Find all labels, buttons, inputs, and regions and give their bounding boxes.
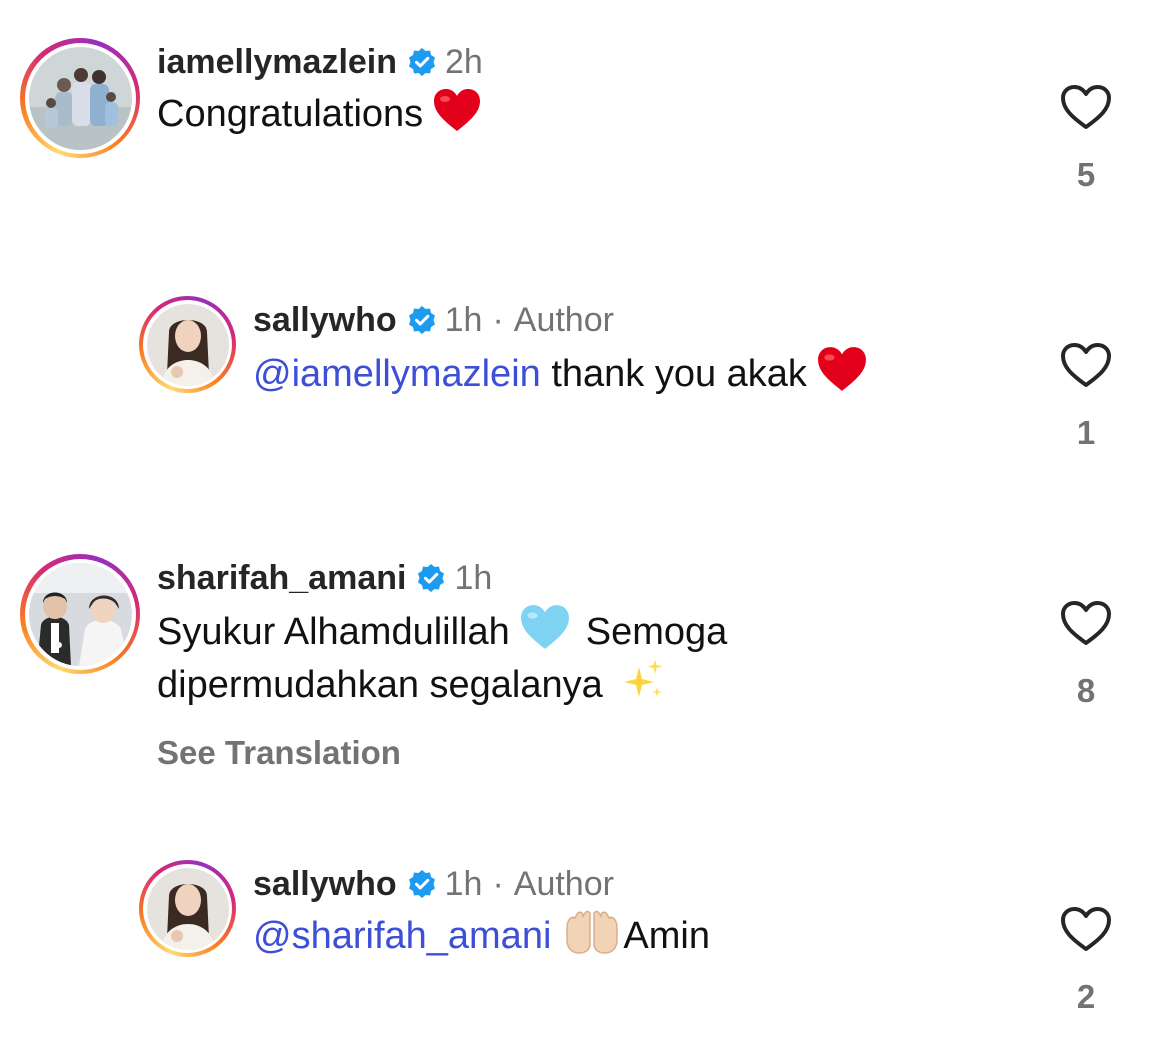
- avatar[interactable]: [20, 554, 140, 674]
- timestamp: 2h: [445, 43, 483, 81]
- mention-link[interactable]: @sharifah_amani: [253, 915, 551, 957]
- palms-up-icon: [563, 910, 621, 954]
- comment-body-continued: Semoga: [585, 611, 728, 653]
- comment-header: iamellymazlein 2h: [157, 42, 483, 82]
- verified-badge-icon: [407, 305, 437, 335]
- like-count: 8: [1076, 672, 1096, 709]
- like-heart-icon[interactable]: [1056, 342, 1116, 388]
- profile-photo: [146, 303, 229, 386]
- avatar[interactable]: [20, 38, 140, 158]
- timestamp: 1h: [444, 301, 483, 339]
- profile-photo: [146, 867, 229, 950]
- comment-text: @sharifah_amani Amin: [253, 910, 710, 961]
- red-heart-icon: [817, 346, 867, 392]
- red-heart-icon: [433, 88, 481, 132]
- author-tag: Author: [513, 865, 614, 903]
- comment-text: @iamellymazlein thank you akak: [253, 346, 867, 399]
- avatar[interactable]: [139, 296, 236, 393]
- comment-line: Syukur Alhamdulillah Semoga: [157, 604, 727, 657]
- like-count: 2: [1076, 978, 1096, 1015]
- username[interactable]: sharifah_amani: [157, 558, 406, 598]
- comment-line: dipermudahkan segalanya: [157, 657, 727, 710]
- profile-photo: [28, 46, 132, 150]
- like-group: 2: [1056, 906, 1116, 1016]
- profile-photo: [28, 562, 132, 666]
- username[interactable]: sallywho: [253, 300, 397, 340]
- like-heart-icon[interactable]: [1056, 84, 1116, 130]
- comment-body: dipermudahkan segalanya: [157, 664, 603, 706]
- comment-body: Amin: [623, 915, 710, 957]
- see-translation-link[interactable]: See Translation: [157, 734, 727, 772]
- like-group: 1: [1056, 342, 1116, 452]
- comment-header: sharifah_amani 1h: [157, 558, 727, 598]
- verified-badge-icon: [407, 869, 437, 899]
- separator-dot: ·: [492, 865, 504, 903]
- like-heart-icon[interactable]: [1056, 906, 1116, 952]
- sparkles-icon: [617, 657, 667, 703]
- comment-text: Congratulations: [157, 88, 483, 139]
- timestamp: 1h: [454, 559, 493, 597]
- author-tag: Author: [513, 301, 614, 339]
- like-group: 5: [1056, 84, 1116, 194]
- comment-text: Syukur Alhamdulillah Semoga dipermudahka…: [157, 604, 727, 710]
- light-blue-heart-icon: [520, 604, 570, 650]
- separator-dot: ·: [492, 301, 504, 339]
- username[interactable]: sallywho: [253, 864, 397, 904]
- comment-body: Syukur Alhamdulillah: [157, 611, 510, 653]
- like-heart-icon[interactable]: [1056, 600, 1116, 646]
- username[interactable]: iamellymazlein: [157, 42, 397, 82]
- timestamp: 1h: [444, 865, 483, 903]
- like-group: 8: [1056, 600, 1116, 710]
- comment-header: sallywho 1h · Author: [253, 864, 710, 904]
- like-count: 1: [1076, 414, 1096, 451]
- comment-body: Congratulations: [157, 93, 424, 135]
- avatar[interactable]: [139, 860, 236, 957]
- like-count: 5: [1076, 156, 1096, 193]
- verified-badge-icon: [416, 563, 446, 593]
- verified-badge-icon: [407, 47, 437, 77]
- comment-body: thank you akak: [540, 353, 807, 395]
- mention-link[interactable]: @iamellymazlein: [253, 353, 541, 395]
- comment-header: sallywho 1h · Author: [253, 300, 867, 340]
